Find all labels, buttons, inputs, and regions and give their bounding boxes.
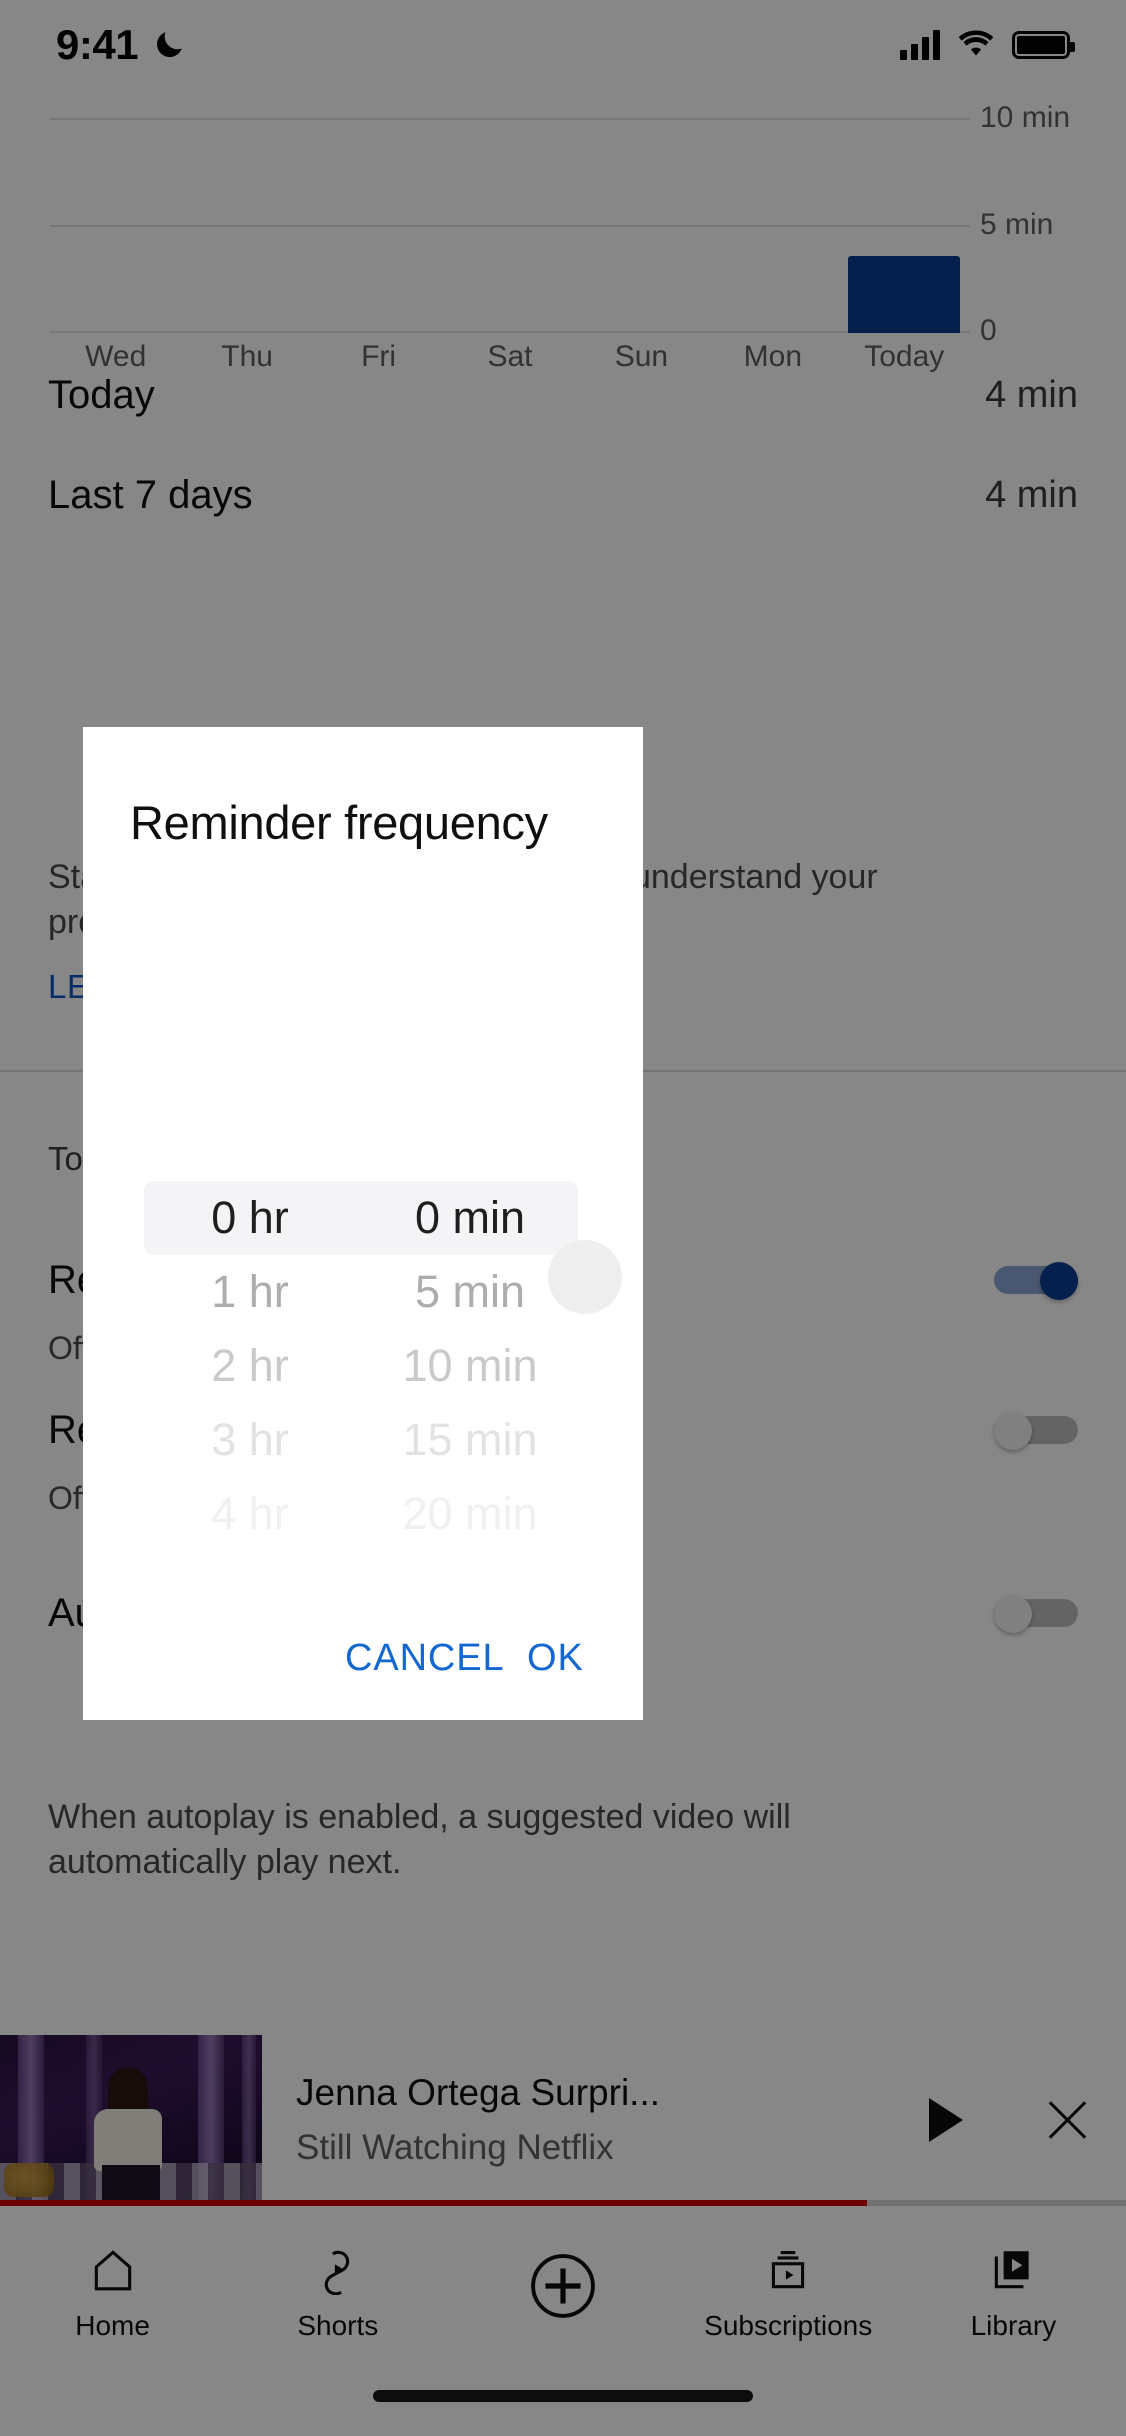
reminder-frequency-dialog-top — [83, 727, 643, 1115]
ok-button[interactable]: OK — [527, 1637, 584, 1680]
minute-picker-wheel[interactable]: 0 min 5 min 10 min 15 min 20 min — [360, 1181, 580, 1551]
cancel-button[interactable]: CANCEL — [345, 1637, 505, 1680]
dialog-title: Reminder frequency — [130, 796, 548, 849]
hour-option[interactable]: 1 hr — [140, 1255, 360, 1329]
hour-option[interactable]: 3 hr — [140, 1403, 360, 1477]
hour-picker-wheel[interactable]: 0 hr 1 hr 2 hr 3 hr 4 hr — [140, 1181, 360, 1551]
picker-touch-ripple — [548, 1240, 622, 1314]
dialog-actions: CANCEL OK — [83, 1615, 643, 1705]
hour-option[interactable]: 2 hr — [140, 1329, 360, 1403]
minute-option[interactable]: 20 min — [360, 1477, 580, 1551]
minute-option[interactable]: 0 min — [360, 1181, 580, 1255]
minute-option[interactable]: 5 min — [360, 1255, 580, 1329]
minute-option[interactable]: 15 min — [360, 1403, 580, 1477]
minute-option[interactable]: 10 min — [360, 1329, 580, 1403]
phone-screen: 9:41 10 min 5 min 0 Wed Thu Fri Sat Sun … — [0, 0, 1126, 2436]
hour-option[interactable]: 4 hr — [140, 1477, 360, 1551]
hour-option[interactable]: 0 hr — [140, 1181, 360, 1255]
